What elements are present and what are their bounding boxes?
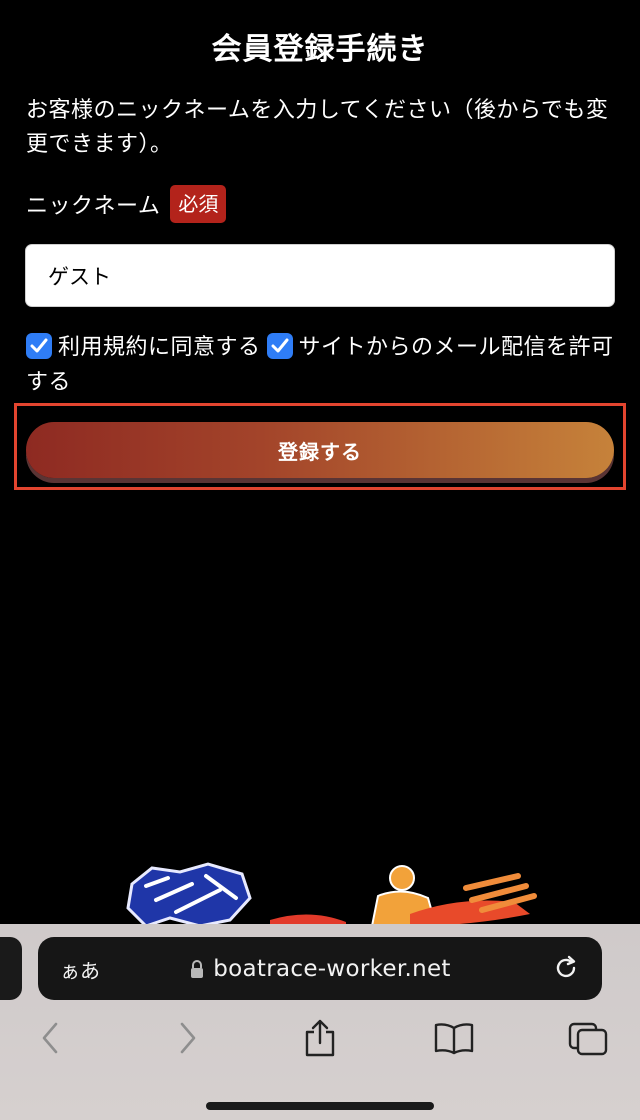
reload-icon[interactable]	[552, 954, 580, 982]
url-display[interactable]: boatrace-worker.net	[38, 937, 602, 1000]
site-logo-banner	[110, 856, 540, 926]
nickname-input[interactable]	[25, 244, 615, 307]
url-text: boatrace-worker.net	[213, 955, 451, 982]
previous-tab[interactable]	[0, 937, 22, 1000]
nickname-label: ニックネーム	[26, 194, 161, 219]
page-title: 会員登録手続き	[211, 32, 429, 67]
forward-icon[interactable]	[174, 1018, 202, 1058]
nickname-label-row: ニックネーム 必須	[26, 184, 227, 224]
lock-icon	[191, 959, 204, 978]
back-icon[interactable]	[36, 1018, 64, 1058]
register-button[interactable]: 登録する	[26, 422, 614, 478]
home-indicator	[206, 1102, 434, 1110]
terms-checkbox[interactable]	[26, 333, 52, 359]
checkmark-icon	[30, 338, 48, 353]
consent-checkboxes: 利用規約に同意する サイトからのメール配信を許可する	[26, 330, 626, 400]
checkmark-icon	[271, 338, 289, 353]
terms-label: 利用規約に同意する	[58, 335, 261, 360]
intro-text: お客様のニックネームを入力してください（後からでも変更できます）。	[26, 98, 609, 157]
share-icon[interactable]	[302, 1018, 338, 1058]
bookmarks-icon[interactable]	[432, 1018, 476, 1058]
page: 会員登録手続き お客様のニックネームを入力してください（後からでも変更できます）…	[0, 0, 640, 1120]
required-badge: 必須	[170, 185, 227, 223]
tabs-icon[interactable]	[566, 1018, 610, 1058]
address-bar[interactable]: ぁあ boatrace-worker.net	[38, 937, 602, 1000]
mail-checkbox[interactable]	[266, 333, 293, 359]
